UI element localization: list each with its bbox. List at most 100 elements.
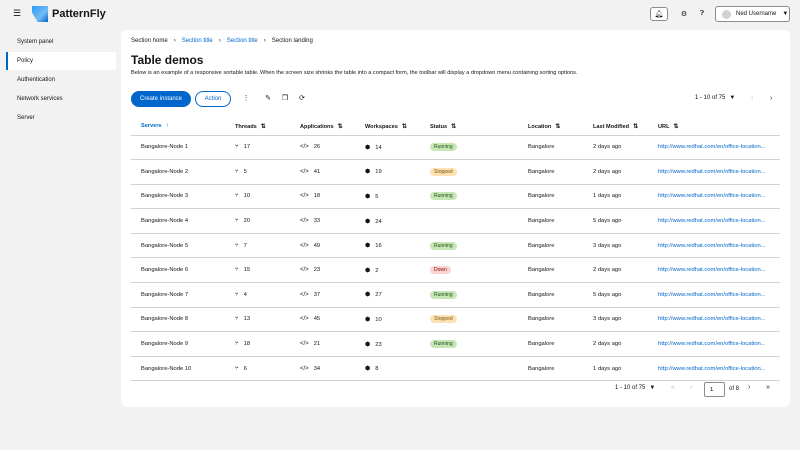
threads-cell: ⑂ 15: [225, 257, 290, 284]
server-name-cell: Bangalore-Node 9: [131, 331, 225, 357]
code-icon: </>: [300, 168, 309, 175]
sidebar-item-system-panel[interactable]: System panel: [0, 33, 120, 51]
applications-cell: </> 21: [290, 331, 355, 357]
table-row[interactable]: Bangalore-Node 3 ⑂ 10 </> 18 ⬢ 5 Running Bangalo…: [131, 184, 780, 210]
previous-page-icon[interactable]: ‹: [751, 95, 753, 102]
caret-down-icon: ▼: [782, 11, 789, 17]
status-badge: Stopped: [430, 315, 457, 324]
pagination-summary: 1 - 10 of 75: [695, 95, 726, 101]
applications-cell: </> 23: [290, 257, 355, 284]
action-button[interactable]: Action: [195, 91, 231, 107]
column-header-workspaces[interactable]: Workspaces ⇅: [355, 118, 420, 136]
last-page-icon[interactable]: »: [766, 384, 770, 391]
main-content: Section home › Section title › Section t…: [121, 30, 790, 407]
last-modified-cell: 2 days ago: [583, 257, 648, 284]
cubes-icon: ⬢: [365, 218, 371, 225]
sidebar-item-authentication[interactable]: Authentication: [0, 71, 120, 89]
location-cell: Bangalore: [518, 282, 583, 308]
page-number-input[interactable]: [704, 382, 725, 397]
table-row[interactable]: Bangalore-Node 5 ⑂ 7 </> 49 ⬢ 16 Running Bangalo…: [131, 233, 780, 259]
workspaces-cell: ⬢ 5: [355, 184, 420, 210]
table-row[interactable]: Bangalore-Node 9 ⑂ 18 </> 21 ⬢ 23 Running Bangal…: [131, 331, 780, 357]
sync-icon[interactable]: ⟳: [297, 94, 307, 104]
server-name-cell: Bangalore-Node 7: [131, 282, 225, 308]
sidebar-item-server[interactable]: Server: [0, 109, 120, 127]
status-cell: [420, 356, 518, 382]
table-row[interactable]: Bangalore-Node 7 ⑂ 4 </> 37 ⬢ 27 Running Bangalo…: [131, 282, 780, 308]
status-badge: Stopped: [430, 167, 457, 176]
hamburger-menu-icon[interactable]: ☰: [13, 9, 22, 18]
user-name: Ned Username: [736, 11, 777, 17]
status-cell: Running: [420, 184, 518, 210]
column-header-location[interactable]: Location ⇅: [518, 118, 583, 136]
sidebar-item-policy[interactable]: Policy: [6, 52, 116, 70]
applications-cell: </> 37: [290, 282, 355, 308]
url-link[interactable]: http://www.redhat.com/en/office-location…: [648, 282, 780, 308]
url-link[interactable]: http://www.redhat.com/en/office-location…: [648, 307, 780, 333]
table-row[interactable]: Bangalore-Node 2 ⑂ 5 </> 41 ⬢ 19 Stopped Bangalo…: [131, 159, 780, 185]
first-page-icon[interactable]: «: [671, 384, 675, 391]
breadcrumb-item[interactable]: Section title: [182, 38, 213, 44]
previous-page-icon[interactable]: ‹: [690, 384, 692, 391]
url-link[interactable]: http://www.redhat.com/en/office-location…: [648, 208, 780, 234]
url-link[interactable]: http://www.redhat.com/en/office-location…: [648, 331, 780, 357]
cubes-icon: ⬢: [365, 341, 371, 348]
settings-button[interactable]: ⚙: [678, 7, 690, 21]
pagination-toggle-top[interactable]: 1 - 10 of 75 ▼: [695, 95, 735, 101]
breadcrumb-item[interactable]: Section title: [227, 38, 258, 44]
notifications-button[interactable]: 🔔︎: [650, 7, 668, 21]
url-link[interactable]: http://www.redhat.com/en/office-location…: [648, 135, 780, 161]
next-page-icon[interactable]: ›: [748, 384, 750, 391]
help-button[interactable]: ❓︎: [696, 7, 708, 21]
code-branch-icon: ⑂: [235, 168, 239, 175]
table-row[interactable]: Bangalore-Node 1 ⑂ 17 </> 26 ⬢ 14 Running Bangal…: [131, 135, 780, 161]
url-link[interactable]: http://www.redhat.com/en/office-location…: [648, 184, 780, 210]
cubes-icon: ⬢: [365, 292, 371, 299]
column-header-last-modified[interactable]: Last Modified ⇅: [583, 118, 648, 136]
user-menu-toggle[interactable]: Ned Username ▼: [715, 6, 790, 22]
workspaces-cell: ⬢ 8: [355, 356, 420, 382]
url-link[interactable]: http://www.redhat.com/en/office-location…: [648, 356, 780, 382]
breadcrumb-item[interactable]: Section home: [131, 38, 168, 44]
column-header-status[interactable]: Status ⇅: [420, 118, 518, 136]
location-cell: Bangalore: [518, 159, 583, 185]
table-row[interactable]: Bangalore-Node 6 ⑂ 15 </> 23 ⬢ 2 Down Bangalore 2…: [131, 257, 780, 284]
applications-cell: </> 18: [290, 184, 355, 210]
page-description: Below is an example of a responsive sort…: [131, 70, 578, 76]
column-header-url[interactable]: URL ⇅: [648, 118, 780, 136]
code-icon: </>: [300, 291, 309, 298]
clone-icon[interactable]: ❐: [280, 94, 290, 104]
server-name-cell: Bangalore-Node 5: [131, 233, 225, 259]
sort-icon: ⇅: [555, 123, 561, 130]
cubes-icon: ⬢: [365, 366, 371, 373]
url-link[interactable]: http://www.redhat.com/en/office-location…: [648, 233, 780, 259]
patternfly-logo-icon: [32, 6, 48, 22]
cubes-icon: ⬢: [365, 267, 371, 274]
brand-name: PatternFly: [52, 8, 106, 20]
column-header-applications[interactable]: Applications ⇅: [290, 118, 355, 136]
kebab-menu-icon[interactable]: ⋮: [241, 94, 251, 104]
table-row[interactable]: Bangalore-Node 10 ⑂ 6 </> 34 ⬢ 8 Bangalore 1 day…: [131, 356, 780, 382]
column-header-threads[interactable]: Threads ⇅: [225, 118, 290, 136]
applications-cell: </> 26: [290, 135, 355, 161]
url-link[interactable]: http://www.redhat.com/en/office-location…: [648, 257, 780, 284]
table-row[interactable]: Bangalore-Node 4 ⑂ 20 </> 33 ⬢ 24 Bangalore 5 da…: [131, 208, 780, 234]
breadcrumb: Section home › Section title › Section t…: [131, 38, 313, 44]
column-header-servers[interactable]: Servers ↑: [131, 118, 225, 136]
table-row[interactable]: Bangalore-Node 8 ⑂ 13 </> 45 ⬢ 10 Stopped Bangal…: [131, 307, 780, 333]
edit-icon[interactable]: ✎: [263, 94, 273, 104]
next-page-icon[interactable]: ›: [770, 95, 772, 102]
threads-cell: ⑂ 20: [225, 208, 290, 234]
url-link[interactable]: http://www.redhat.com/en/office-location…: [648, 159, 780, 185]
server-name-cell: Bangalore-Node 3: [131, 184, 225, 210]
pagination-toggle-bottom[interactable]: 1 - 10 of 75 ▼: [615, 385, 655, 391]
masthead: ☰ PatternFly 🔔︎ ⚙ ❓︎ Ned Username ▼: [0, 0, 800, 30]
sort-icon: ⇅: [673, 123, 679, 130]
status-cell: Running: [420, 282, 518, 308]
create-instance-button[interactable]: Create instance: [131, 91, 191, 107]
brand-logo[interactable]: PatternFly: [32, 6, 106, 22]
sidebar-item-network-services[interactable]: Network services: [0, 90, 120, 108]
sidebar: System panel Policy Authentication Netwo…: [0, 33, 120, 128]
status-badge: Running: [430, 340, 457, 349]
workspaces-cell: ⬢ 16: [355, 233, 420, 259]
